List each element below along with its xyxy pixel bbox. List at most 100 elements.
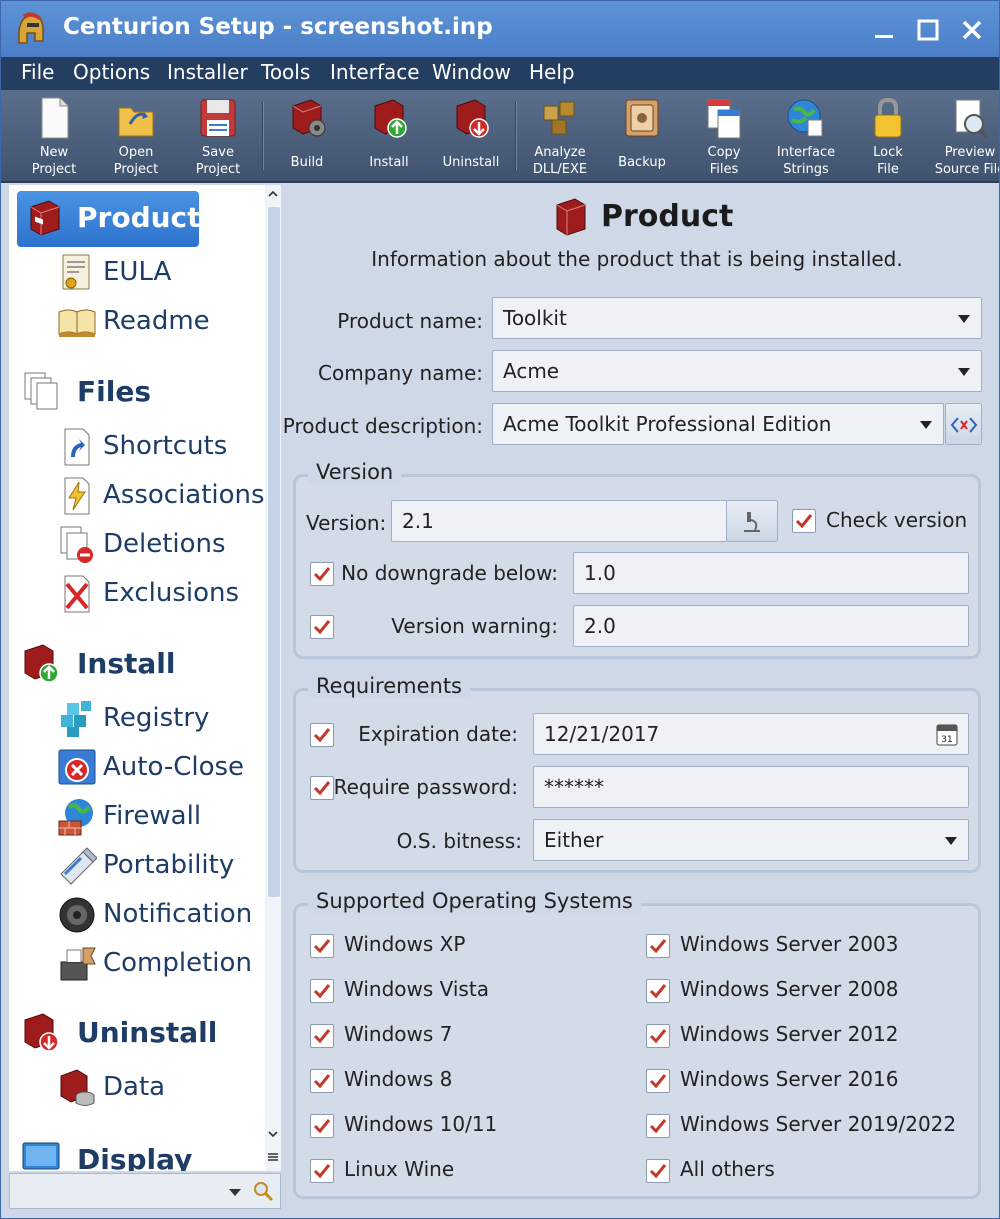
no-downgrade-input[interactable]: 1.0	[573, 552, 969, 594]
sidebar-item-notification[interactable]: Notification	[9, 893, 265, 937]
interface-strings-button[interactable]: Interface Strings	[765, 94, 847, 180]
os-checkbox[interactable]	[646, 934, 670, 958]
lightning-file-icon	[64, 477, 90, 515]
expiration-date-checkbox[interactable]	[310, 723, 334, 747]
os-label: Windows Server 2008	[680, 977, 899, 1001]
sidebar-item-readme[interactable]: Readme	[9, 300, 265, 344]
menu-help[interactable]: Help	[527, 60, 577, 84]
sidebar-item-uninstall[interactable]: Uninstall	[9, 1010, 265, 1054]
os-label: All others	[680, 1157, 775, 1181]
build-button[interactable]: Build	[266, 94, 348, 180]
minimize-button[interactable]	[869, 15, 899, 45]
os-checkbox[interactable]	[310, 1024, 334, 1048]
sidebar-item-auto-close[interactable]: Auto-Close	[9, 746, 265, 790]
sidebar-item-data[interactable]: Data	[9, 1066, 265, 1110]
os-checkbox[interactable]	[646, 1114, 670, 1138]
sidebar-scrollbar[interactable]	[265, 185, 281, 1171]
menu-options[interactable]: Options	[71, 60, 152, 84]
menu-lines-icon[interactable]	[267, 1151, 279, 1163]
version-warning-label: Version warning:	[391, 614, 558, 638]
os-checkbox[interactable]	[646, 1024, 670, 1048]
menu-tools[interactable]: Tools	[259, 60, 312, 84]
sidebar-search-box[interactable]	[9, 1173, 281, 1209]
chevron-down-icon[interactable]	[957, 314, 971, 324]
chevron-down-icon[interactable]	[944, 836, 958, 846]
sidebar-item-install[interactable]: Install	[9, 641, 265, 685]
page-subtitle: Information about the product that is be…	[371, 247, 903, 271]
os-checkbox[interactable]	[646, 1069, 670, 1093]
sidebar-item-product[interactable]: Product	[17, 191, 201, 247]
toolbar: New Project Open Project Save Project Bu…	[1, 90, 999, 183]
sidebar-item-firewall[interactable]: Firewall	[9, 795, 265, 839]
chevron-down-icon[interactable]	[228, 1188, 242, 1197]
new-project-button[interactable]: New Project	[13, 94, 95, 180]
preview-source-file-button[interactable]: Preview Source File	[929, 94, 999, 180]
save-project-icon	[200, 99, 236, 137]
sidebar-item-registry[interactable]: Registry	[9, 697, 265, 741]
checkmark-icon	[313, 567, 331, 582]
os-checkbox[interactable]	[310, 934, 334, 958]
search-icon[interactable]	[252, 1180, 274, 1202]
os-checkbox[interactable]	[646, 979, 670, 1003]
scroll-thumb[interactable]	[268, 207, 280, 897]
variable-insert-button[interactable]	[945, 403, 982, 445]
main-panel: Product Information about the product th…	[283, 185, 993, 1215]
save-project-button[interactable]: Save Project	[177, 94, 259, 180]
menu-installer[interactable]: Installer	[165, 60, 250, 84]
no-downgrade-checkbox[interactable]	[310, 562, 334, 586]
sidebar-item-exclusions[interactable]: Exclusions	[9, 572, 265, 616]
menu-file[interactable]: File	[19, 60, 56, 84]
maximize-button[interactable]	[913, 15, 943, 45]
open-project-button[interactable]: Open Project	[95, 94, 177, 180]
sidebar-item-portability[interactable]: Portability	[9, 844, 265, 888]
checkmark-icon	[649, 1074, 667, 1089]
sidebar-item-deletions[interactable]: Deletions	[9, 523, 265, 567]
version-input[interactable]: 2.1	[391, 500, 727, 542]
checkmark-icon	[649, 984, 667, 999]
copy-files-button[interactable]: Copy Files	[683, 94, 765, 180]
product-name-combobox[interactable]: Toolkit	[492, 297, 982, 339]
scroll-down-icon[interactable]	[267, 1129, 279, 1139]
uninstall-button[interactable]: Uninstall	[430, 94, 512, 180]
sidebar-item-eula[interactable]: EULA	[9, 251, 265, 295]
checkmark-icon	[313, 620, 331, 635]
install-button[interactable]: Install	[348, 94, 430, 180]
product-description-label: Product description:	[282, 414, 483, 438]
chevron-down-icon[interactable]	[919, 420, 933, 430]
checkmark-icon	[649, 1164, 667, 1179]
password-input[interactable]: ******	[533, 766, 969, 808]
page-title: Product	[601, 199, 734, 234]
menu-interface[interactable]: Interface	[328, 60, 422, 84]
sidebar-item-associations[interactable]: Associations	[9, 474, 265, 518]
os-checkbox[interactable]	[310, 1159, 334, 1183]
require-password-checkbox[interactable]	[310, 776, 334, 800]
product-description-combobox[interactable]: Acme Toolkit Professional Edition	[492, 403, 944, 445]
calendar-icon[interactable]: 31	[936, 722, 958, 746]
browse-version-button[interactable]	[726, 500, 778, 542]
sidebar-item-shortcuts[interactable]: Shortcuts	[9, 425, 265, 469]
os-checkbox[interactable]	[310, 979, 334, 1003]
check-version-checkbox[interactable]	[792, 509, 816, 533]
backup-button[interactable]: Backup	[601, 94, 683, 180]
os-label: Windows Server 2016	[680, 1067, 899, 1091]
chevron-down-icon[interactable]	[957, 367, 971, 377]
expiration-date-picker[interactable]: 12/21/2017 31	[533, 713, 969, 755]
new-project-icon	[41, 97, 69, 139]
sidebar-item-display[interactable]: Display	[9, 1137, 265, 1171]
svg-text:31: 31	[941, 735, 952, 745]
scroll-up-icon[interactable]	[267, 189, 279, 199]
os-checkbox[interactable]	[310, 1114, 334, 1138]
os-checkbox[interactable]	[646, 1159, 670, 1183]
os-bitness-select[interactable]: Either	[533, 819, 969, 861]
lock-file-button[interactable]: Lock File	[847, 94, 929, 180]
sidebar-item-files[interactable]: Files	[9, 369, 265, 413]
menu-window[interactable]: Window	[430, 60, 513, 84]
os-checkbox[interactable]	[310, 1069, 334, 1093]
company-name-combobox[interactable]: Acme	[492, 350, 982, 392]
version-warning-input[interactable]: 2.0	[573, 605, 969, 647]
version-warning-checkbox[interactable]	[310, 615, 334, 639]
sidebar-item-completion[interactable]: Completion	[9, 942, 265, 986]
close-button[interactable]	[957, 15, 987, 45]
version-label: Version:	[306, 511, 387, 535]
analyze-dll-exe-button[interactable]: Analyze DLL/EXE	[519, 94, 601, 180]
